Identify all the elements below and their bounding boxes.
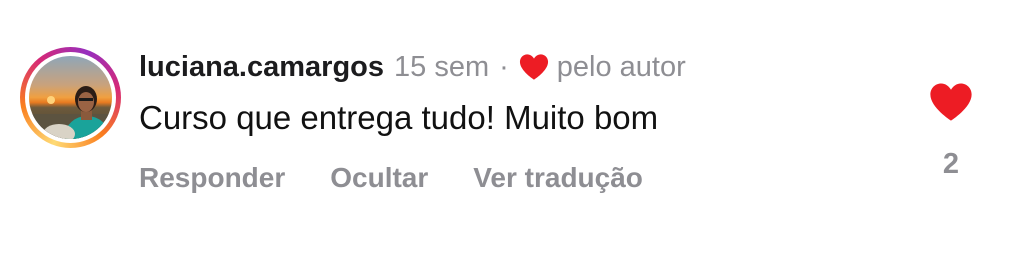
like-count[interactable]: 2 bbox=[931, 146, 971, 182]
reply-button[interactable]: Responder bbox=[139, 160, 285, 196]
avatar-story-ring[interactable] bbox=[20, 47, 121, 148]
timestamp: 15 sem bbox=[394, 51, 490, 83]
heart-icon bbox=[519, 54, 548, 80]
username-link[interactable]: luciana.camargos bbox=[139, 49, 384, 85]
comment-item: luciana.camargos 15 sem · pelo autor Cur… bbox=[0, 0, 1024, 261]
hide-button[interactable]: Ocultar bbox=[330, 160, 428, 196]
like-button[interactable] bbox=[929, 82, 973, 122]
heart-icon bbox=[930, 83, 972, 121]
comment-actions: Responder Ocultar Ver tradução bbox=[139, 160, 688, 196]
comment-text: Curso que entrega tudo! Muito bom bbox=[139, 99, 659, 136]
liked-by-author-label: pelo autor bbox=[556, 51, 686, 83]
comment-header: luciana.camargos 15 sem · pelo autor bbox=[139, 49, 686, 85]
separator-dot: · bbox=[499, 51, 509, 83]
translate-button[interactable]: Ver tradução bbox=[473, 160, 643, 196]
avatar-ring-gap bbox=[25, 52, 116, 143]
avatar[interactable] bbox=[29, 56, 112, 139]
